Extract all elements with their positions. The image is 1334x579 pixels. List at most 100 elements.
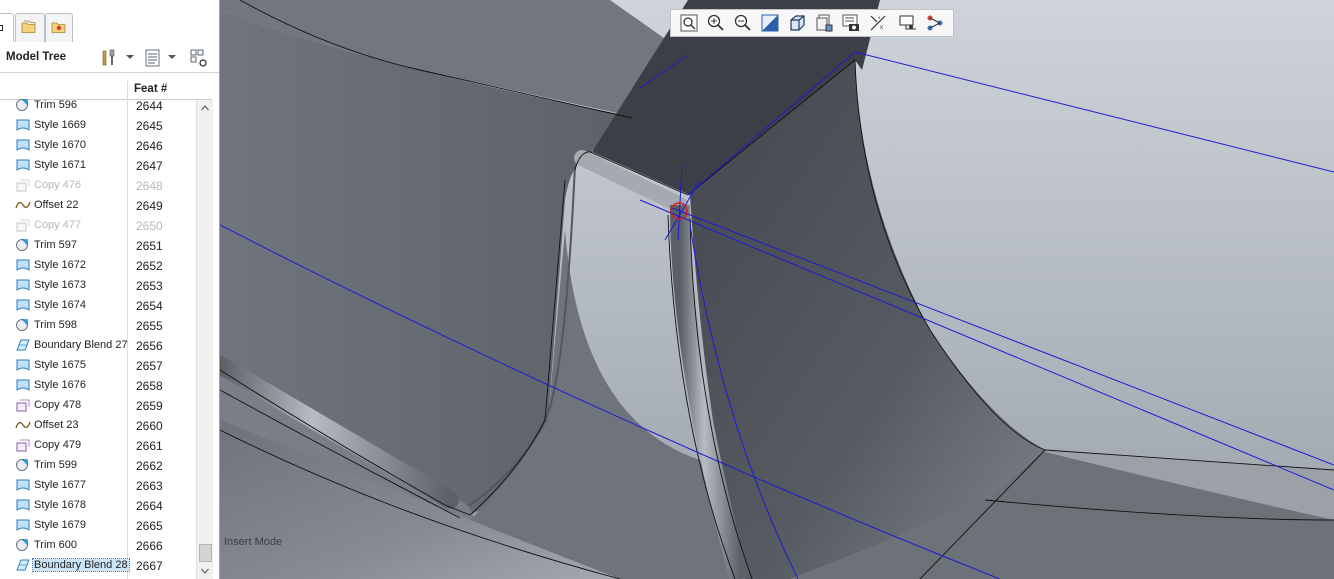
feature-name: Style 1672	[34, 259, 86, 271]
feature-number: 2656	[136, 339, 163, 353]
copy-icon	[16, 439, 30, 452]
feature-number: 2650	[136, 219, 163, 233]
tab-folder-browser[interactable]	[15, 13, 45, 42]
tree-row[interactable]: Trim 598 2655	[0, 315, 212, 335]
tree-row[interactable]: Style 1671 2647	[0, 155, 212, 175]
tree-row[interactable]: Boundary Blend 27 2656	[0, 335, 212, 355]
feature-number: 2655	[136, 319, 163, 333]
feat-number-column-header[interactable]: Feat #	[134, 83, 167, 95]
tree-scrollbar[interactable]	[196, 100, 213, 579]
style-icon	[16, 479, 30, 491]
navigator-tab-strip	[0, 0, 219, 45]
copy-icon	[16, 179, 30, 192]
trim-icon	[16, 459, 28, 471]
tree-row[interactable]: Style 1675 2657	[0, 355, 212, 375]
feature-name: Offset 22	[34, 199, 79, 211]
style-icon	[16, 499, 30, 511]
scroll-thumb[interactable]	[199, 544, 212, 562]
repaint-icon[interactable]	[760, 13, 780, 33]
display-style-icon[interactable]	[787, 13, 807, 33]
feature-number: 2644	[136, 99, 163, 113]
annotation-display-icon[interactable]	[898, 13, 918, 33]
feature-number: 2666	[136, 539, 163, 553]
tree-row[interactable]: Style 1669 2645	[0, 115, 212, 135]
tree-row[interactable]: Offset 22 2649	[0, 195, 212, 215]
tree-row[interactable]: Style 1672 2652	[0, 255, 212, 275]
tree-row[interactable]: Copy 476 2648	[0, 175, 212, 195]
trim-icon	[16, 99, 28, 111]
scroll-down-icon[interactable]	[197, 563, 213, 579]
tree-row[interactable]: Offset 23 2660	[0, 415, 212, 435]
feature-number: 2662	[136, 459, 163, 473]
settings-dropdown-icon[interactable]	[126, 55, 134, 59]
trim-icon	[16, 539, 28, 551]
feature-name: Trim 599	[34, 459, 77, 471]
style-icon	[16, 159, 30, 171]
tree-row[interactable]: Style 1674 2654	[0, 295, 212, 315]
tab-model-tree[interactable]	[0, 13, 14, 42]
feature-name: Boundary Blend 27	[34, 339, 128, 351]
settings-tools-icon[interactable]	[100, 48, 120, 68]
tree-row[interactable]: Style 1677 2663	[0, 475, 212, 495]
tree-row[interactable]: Style 1679 2665	[0, 515, 212, 535]
style-icon	[16, 299, 30, 311]
spin-center-icon[interactable]	[925, 13, 945, 33]
boundary-blend-icon	[16, 559, 30, 571]
feature-name: Style 1678	[34, 499, 86, 511]
trim-icon	[16, 319, 28, 331]
refit-icon[interactable]	[679, 13, 699, 33]
style-icon	[16, 119, 30, 131]
saved-orientations-icon[interactable]	[814, 13, 834, 33]
tree-icon	[0, 25, 3, 31]
tree-row[interactable]: Trim 599 2662	[0, 455, 212, 475]
tree-row[interactable]: Style 1670 2646	[0, 135, 212, 155]
model-view[interactable]	[220, 0, 1334, 579]
zoom-out-icon[interactable]	[733, 13, 753, 33]
model-tree-title: Model Tree	[6, 51, 67, 63]
tree-filters-icon[interactable]	[143, 48, 163, 68]
feature-name: Copy 479	[34, 439, 82, 451]
graphics-window[interactable]: Insert Mode	[220, 0, 1334, 579]
tree-row[interactable]: Trim 597 2651	[0, 235, 212, 255]
favorites-icon	[51, 22, 66, 33]
feature-number: 2647	[136, 159, 163, 173]
show-columns-icon[interactable]	[189, 48, 209, 68]
tree-row[interactable]: Style 1673 2653	[0, 275, 212, 295]
copy-icon	[16, 219, 30, 232]
feature-number: 2664	[136, 499, 163, 513]
datum-display-icon[interactable]: *x	[868, 13, 888, 33]
feature-name: Style 1675	[34, 359, 86, 371]
feature-name: Trim 600	[34, 539, 77, 551]
tree-row[interactable]: Style 1678 2664	[0, 495, 212, 515]
scroll-up-icon[interactable]	[197, 100, 213, 116]
tab-favorites[interactable]	[45, 13, 73, 42]
boundary-blend-icon	[16, 339, 30, 351]
feature-number: 2652	[136, 259, 163, 273]
view-manager-icon[interactable]	[841, 13, 861, 33]
feature-name: Style 1673	[34, 279, 86, 291]
filters-dropdown-icon[interactable]	[168, 55, 176, 59]
feature-name: Style 1670	[34, 139, 86, 151]
feature-number: 2646	[136, 139, 163, 153]
zoom-in-icon[interactable]	[706, 13, 726, 33]
tree-row[interactable]: Trim 596 2644	[0, 95, 212, 115]
feature-name: Boundary Blend 28	[32, 558, 130, 572]
tree-row[interactable]: Trim 600 2666	[0, 535, 212, 555]
feature-number: 2654	[136, 299, 163, 313]
tree-row[interactable]: Copy 479 2661	[0, 435, 212, 455]
feature-number: 2665	[136, 519, 163, 533]
tree-row[interactable]: Copy 477 2650	[0, 215, 212, 235]
feature-name: Trim 596	[34, 99, 77, 111]
offset-icon	[15, 201, 31, 209]
style-icon	[16, 379, 30, 391]
tree-row[interactable]: Style 1676 2658	[0, 375, 212, 395]
feature-number: 2661	[136, 439, 163, 453]
feature-number: 2658	[136, 379, 163, 393]
feature-name: Copy 478	[34, 399, 82, 411]
feature-number: 2667	[136, 559, 163, 573]
tree-row[interactable]: Boundary Blend 28 2667	[0, 555, 212, 575]
mode-status-text: Insert Mode	[224, 536, 283, 548]
tree-row[interactable]: Copy 478 2659	[0, 395, 212, 415]
feature-name: Style 1677	[34, 479, 86, 491]
navigator-panel: Model Tree Feat # Trim 596 2644 Style 1669…	[0, 0, 220, 579]
